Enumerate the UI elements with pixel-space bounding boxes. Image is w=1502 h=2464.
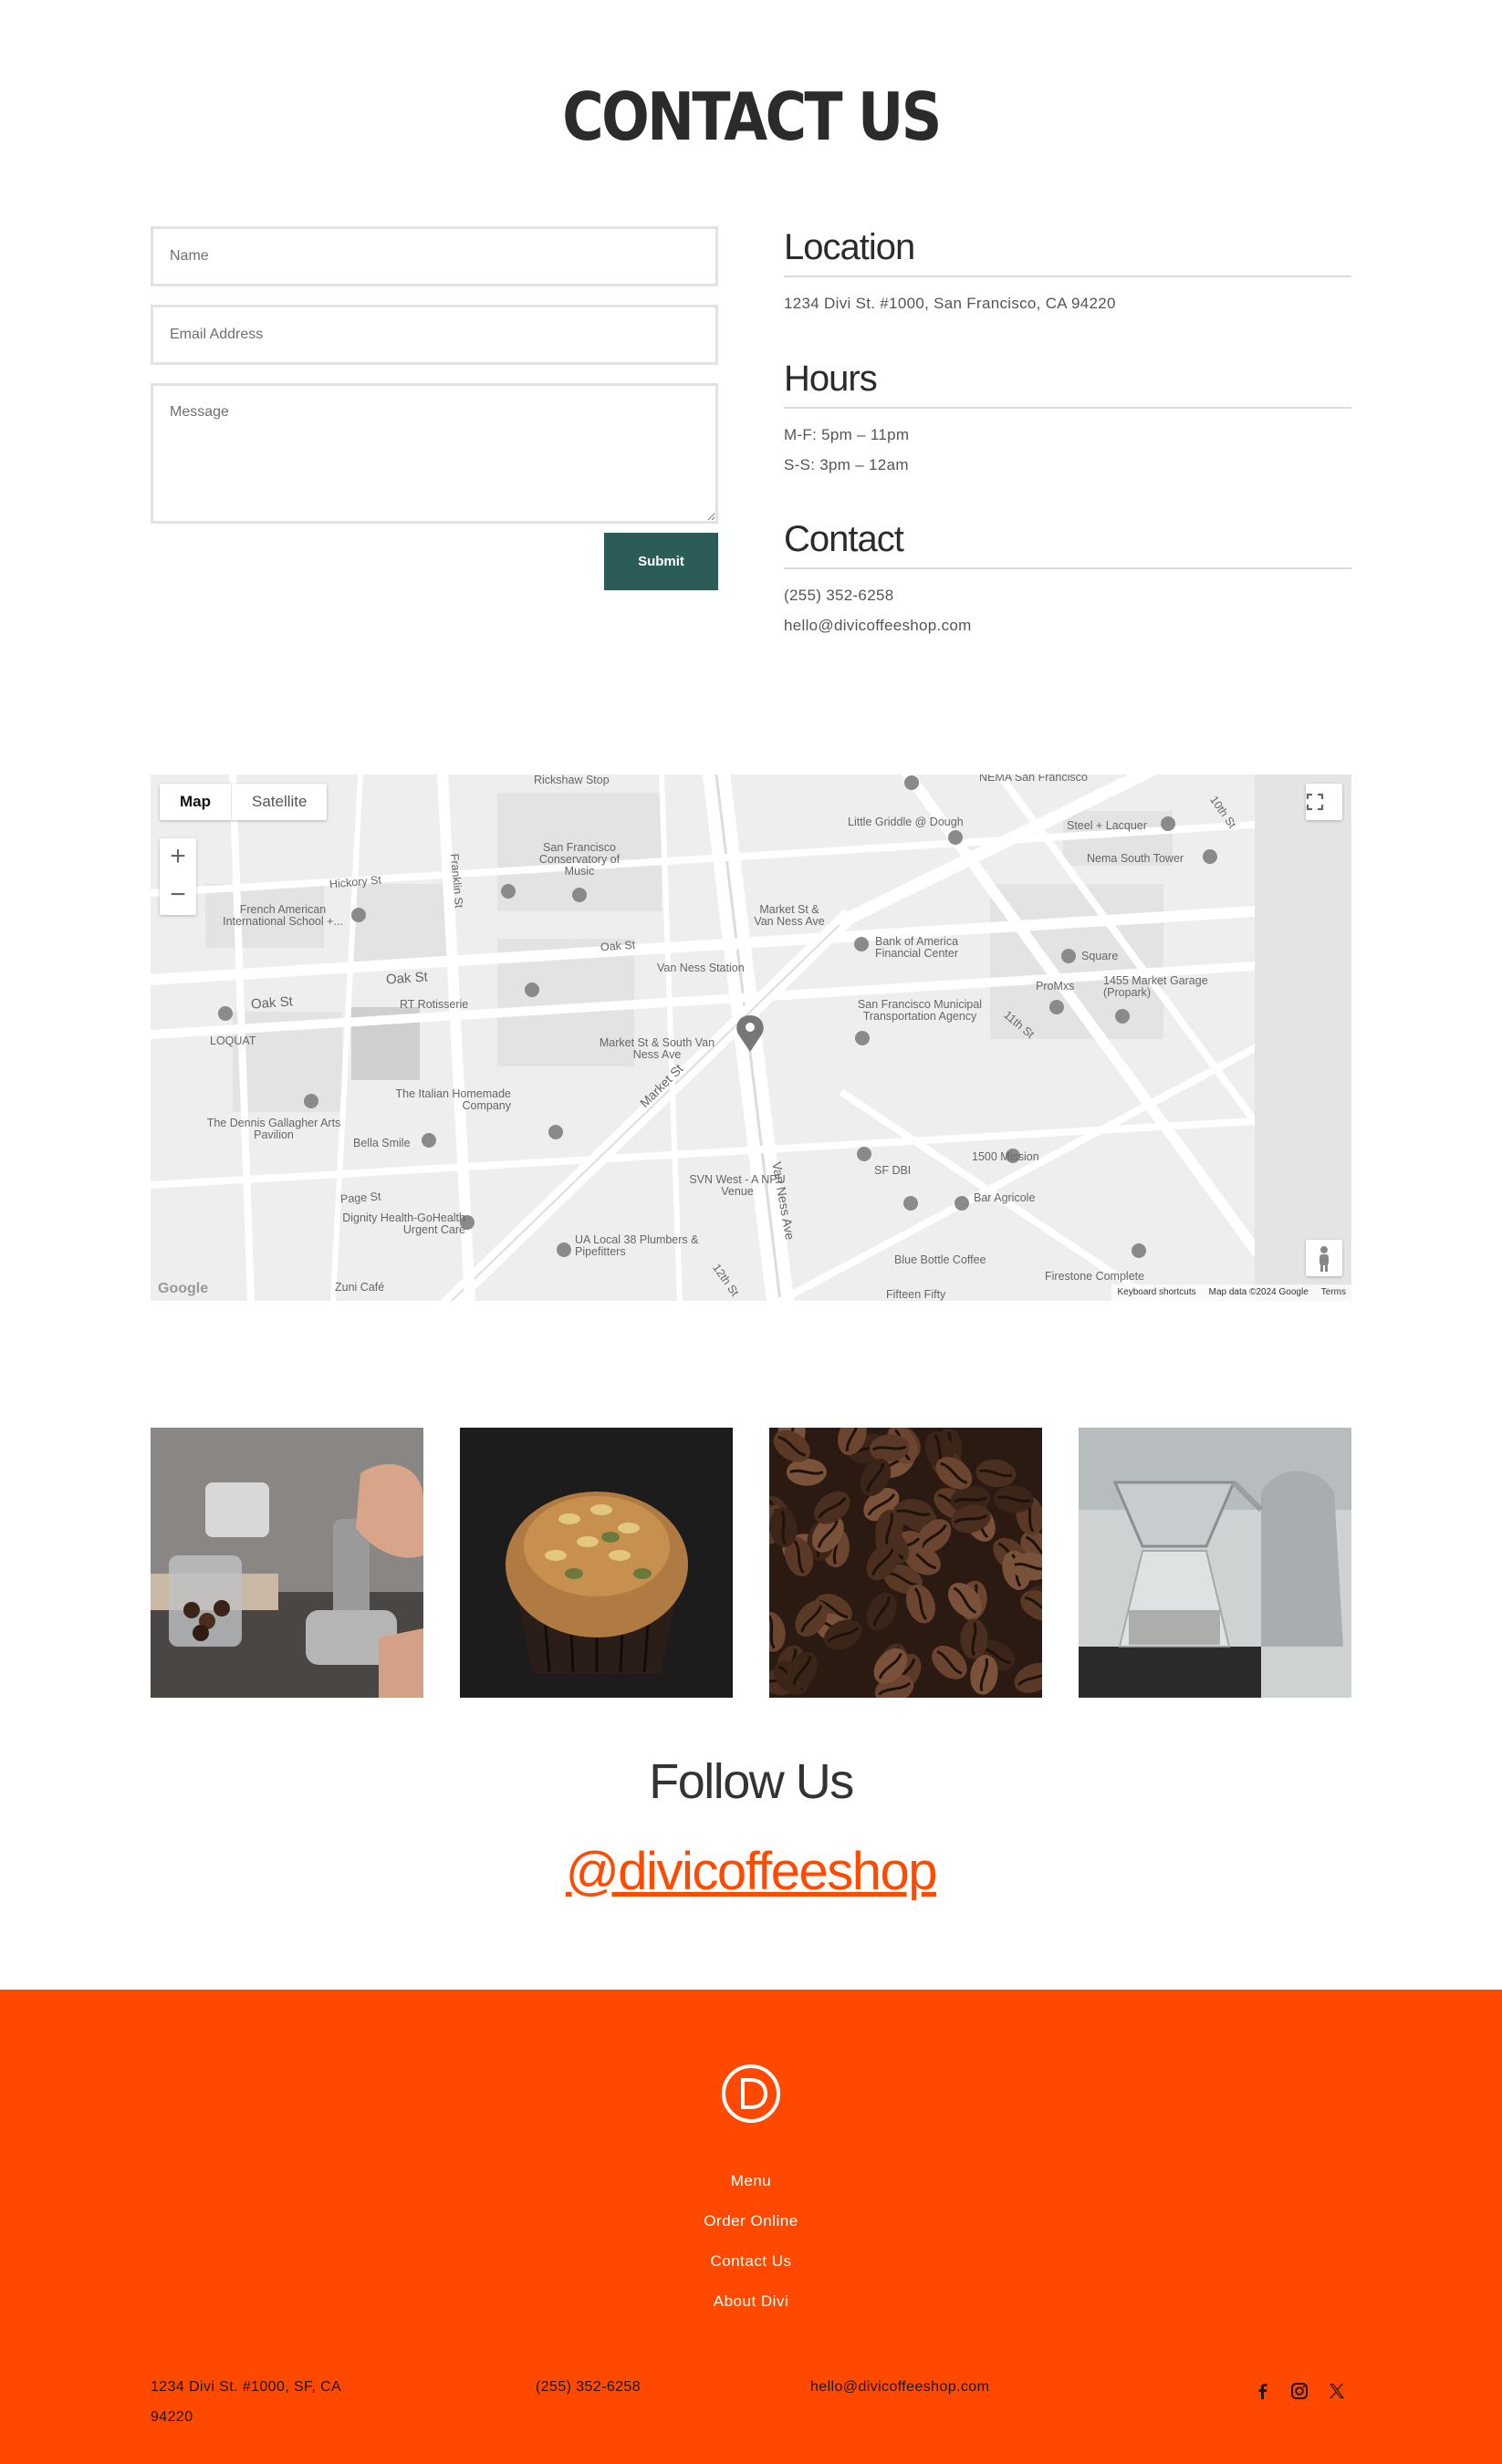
contact-email[interactable]: hello@divicoffeeshop.com (784, 610, 1351, 640)
map-tab-map[interactable]: Map (160, 784, 232, 820)
map-label: San Francisco Municipal Transportation A… (857, 998, 983, 1024)
location-heading: Location (784, 228, 1351, 277)
map-label: Oak St (600, 938, 636, 954)
footer-link-order-online[interactable]: Order Online (0, 2201, 1502, 2241)
footer-address: 1234 Divi St. #1000, SF, CA 94220 (151, 2372, 341, 2432)
gallery-photo-pourover[interactable] (1079, 1428, 1351, 1698)
google-logo: Google (158, 1281, 209, 1296)
map-label: The Dennis Gallagher Arts Pavilion (206, 1117, 341, 1142)
contact-form: Submit (151, 226, 718, 590)
map-label: Little Griddle @ Dough (848, 816, 964, 828)
site-footer: Menu Order Online Contact Us About Divi … (0, 1990, 1502, 2464)
map-label: Zuni Café (335, 1281, 385, 1294)
google-map[interactable]: Rickshaw Stop NEMA San Francisco Little … (151, 775, 1351, 1301)
muffin-photo (460, 1428, 733, 1698)
footer-nav: Menu Order Online Contact Us About Divi (0, 2161, 1502, 2322)
zoom-control: + − (160, 838, 196, 915)
map-label: Van Ness Station (657, 962, 745, 974)
keyboard-shortcuts-link[interactable]: Keyboard shortcuts (1117, 1287, 1195, 1298)
follow-title: Follow Us (649, 1754, 854, 1809)
street-view-button[interactable] (1306, 1240, 1342, 1276)
footer-email[interactable]: hello@divicoffeeshop.com (810, 2372, 989, 2402)
submit-button[interactable]: Submit (604, 533, 718, 590)
map-label: Fifteen Fifty (886, 1288, 946, 1301)
name-input[interactable] (151, 226, 718, 286)
fullscreen-button[interactable] (1306, 784, 1342, 820)
footer-link-contact-us[interactable]: Contact Us (0, 2241, 1502, 2282)
hours-block: Hours M-F: 5pm – 11pm S-S: 3pm – 12am (784, 359, 1351, 480)
facebook-icon[interactable] (1253, 2381, 1273, 2401)
map-label: Market St & Van Ness Ave (754, 903, 825, 929)
gallery-photo-muffin[interactable] (460, 1428, 733, 1698)
gallery-photo-beans[interactable] (769, 1428, 1042, 1698)
footer-link-about-divi[interactable]: About Divi (0, 2282, 1502, 2322)
contact-heading: Contact (784, 520, 1351, 569)
map-label: Bar Agricole (974, 1191, 1036, 1204)
coffee-beans-photo (769, 1428, 1042, 1698)
map-sidebar-strip (1255, 775, 1351, 1301)
footer-phone[interactable]: (255) 352-6258 (536, 2372, 641, 2402)
contact-phone[interactable]: (255) 352-6258 (784, 580, 1351, 610)
map-label: The Italian Homemade Company (395, 1087, 511, 1113)
map-label: Nema South Tower (1087, 852, 1184, 865)
map-label: French American International School +..… (223, 903, 343, 929)
map-label: Oak St (250, 993, 294, 1013)
map-label: 1500 Mission (972, 1150, 1039, 1163)
map-label: Market St & South Van Ness Ave (599, 1036, 715, 1062)
map-label: Rickshaw Stop (534, 775, 610, 786)
map-label: Oak St (385, 969, 429, 988)
contact-block: Contact (255) 352-6258 hello@divicoffees… (784, 520, 1351, 640)
map-tab-satellite[interactable]: Satellite (232, 784, 327, 820)
map-label: Bank of America Financial Center (875, 935, 959, 961)
gallery-photo-tamping[interactable] (151, 1428, 423, 1698)
footer-link-menu[interactable]: Menu (0, 2161, 1502, 2201)
map-label: Steel + Lacquer (1067, 819, 1147, 832)
email-input[interactable] (151, 305, 718, 365)
hours-weekend: S-S: 3pm – 12am (784, 456, 909, 473)
footer-address-line1: 1234 Divi St. #1000, SF, CA (151, 2379, 342, 2395)
map-label: ProMxs (1036, 980, 1075, 993)
location-block: Location 1234 Divi St. #1000, San Franci… (784, 228, 1351, 318)
instagram-handle-link[interactable]: @divicoffeeshop (0, 1841, 1502, 1902)
location-address: 1234 Divi St. #1000, San Francisco, CA 9… (784, 295, 1116, 312)
zoom-out-button[interactable]: − (160, 877, 196, 915)
divi-logo-icon[interactable] (721, 2064, 781, 2124)
map-label: Blue Bottle Coffee (894, 1253, 986, 1266)
pour-over-photo (1079, 1428, 1351, 1698)
photo-gallery (151, 1428, 1351, 1698)
map-label: NEMA San Francisco (979, 775, 1088, 784)
map-footer: Keyboard shortcuts Map data ©2024 Google… (1111, 1284, 1351, 1301)
coffee-tamping-photo (151, 1428, 423, 1698)
message-textarea[interactable] (151, 383, 718, 524)
map-label: Bella Smile (353, 1137, 411, 1149)
map-type-control: Map Satellite (160, 784, 328, 820)
zoom-in-button[interactable]: + (160, 838, 196, 877)
map-label: 1455 Market Garage (Propark) (1103, 974, 1208, 1000)
map-label: UA Local 38 Plumbers & Pipefitters (575, 1233, 699, 1259)
map-label: LOQUAT (210, 1034, 256, 1047)
map-label: San Francisco Conservatory of Music (538, 841, 621, 879)
hours-heading: Hours (784, 359, 1351, 409)
page-title: CONTACT US (562, 78, 942, 155)
instagram-icon[interactable] (1289, 2381, 1309, 2401)
x-icon[interactable] (1327, 2381, 1347, 2401)
footer-bottom: 1234 Divi St. #1000, SF, CA 94220 (255) … (151, 2372, 1351, 2445)
hours-weekday: M-F: 5pm – 11pm (784, 426, 910, 443)
map-label: SF DBI (874, 1164, 912, 1177)
map-label: Square (1081, 950, 1119, 962)
pegman-icon (1319, 1246, 1329, 1272)
map-data-text: Map data ©2024 Google (1208, 1287, 1309, 1297)
footer-address-line2: 94220 (151, 2409, 193, 2425)
map-label: Dignity Health-GoHealth Urgent Care (342, 1211, 465, 1237)
map-label: Firestone Complete (1045, 1270, 1145, 1283)
terms-link[interactable]: Terms (1321, 1287, 1346, 1298)
map-label: RT Rotisserie (400, 998, 469, 1011)
fullscreen-icon (1306, 793, 1324, 811)
